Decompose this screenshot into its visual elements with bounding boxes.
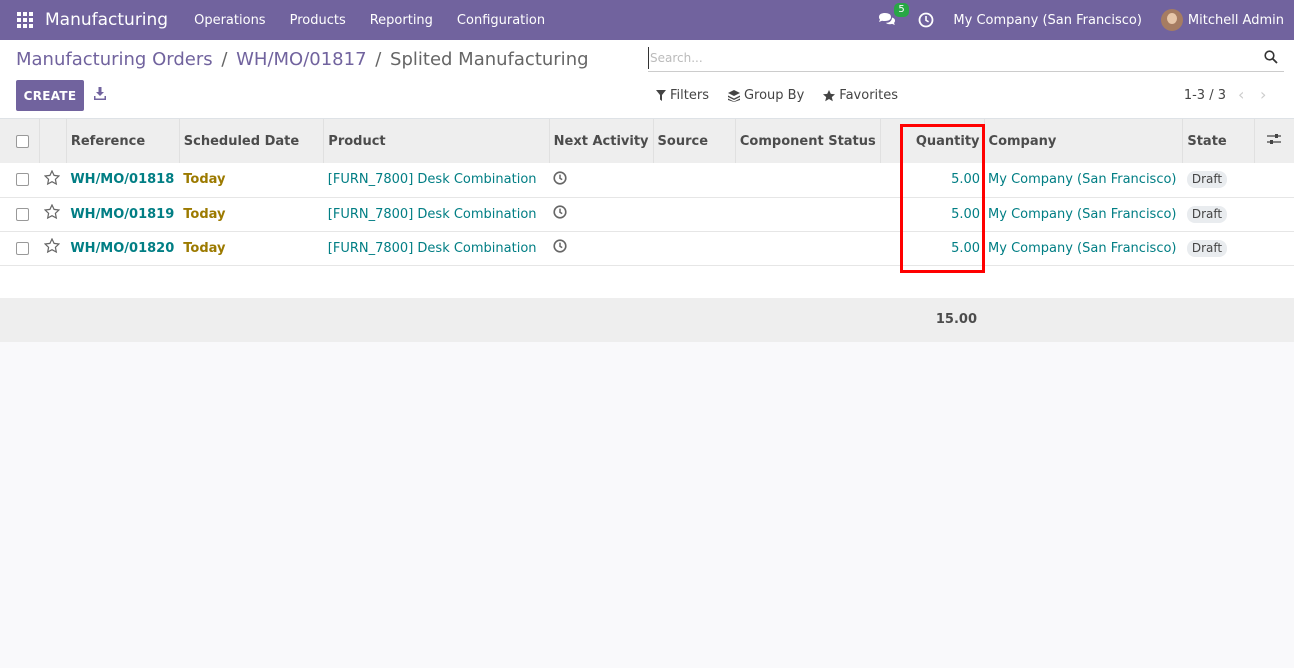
layers-icon <box>727 89 740 102</box>
user-avatar[interactable] <box>1160 9 1183 31</box>
cell-component-status <box>735 197 881 232</box>
cell-source <box>653 163 736 198</box>
header-product[interactable]: Product <box>323 119 550 163</box>
favorite-star-icon[interactable] <box>39 197 67 232</box>
search-input[interactable] <box>648 47 1248 69</box>
menu-reporting[interactable]: Reporting <box>370 13 433 28</box>
activity-clock-icon[interactable] <box>549 163 654 198</box>
row-checkbox[interactable] <box>0 197 40 232</box>
optional-columns-toggle[interactable] <box>1254 119 1294 163</box>
cell-component-status <box>735 163 881 198</box>
cell-reference[interactable]: WH/MO/01819 <box>66 197 180 232</box>
apps-menu-icon[interactable] <box>17 12 33 28</box>
create-button[interactable]: CREATE <box>16 80 84 111</box>
state-badge: Draft <box>1186 239 1228 257</box>
total-quantity: 15.00 <box>935 312 977 327</box>
cell-source <box>653 197 736 232</box>
cell-state: Draft <box>1182 163 1255 198</box>
favorites-dropdown[interactable]: Favorites <box>823 88 898 103</box>
header-state[interactable]: State <box>1182 119 1255 163</box>
cell-product[interactable]: [FURN_7800] Desk Combination <box>323 197 550 232</box>
cell-product[interactable]: [FURN_7800] Desk Combination <box>323 163 550 198</box>
cell-company[interactable]: My Company (San Francisco) <box>984 163 1183 198</box>
cell-company[interactable]: My Company (San Francisco) <box>984 231 1183 266</box>
table-row[interactable]: WH/MO/01819 Today [FURN_7800] Desk Combi… <box>0 197 1294 232</box>
cell-reference[interactable]: WH/MO/01820 <box>66 231 180 266</box>
table-row[interactable]: WH/MO/01820 Today [FURN_7800] Desk Combi… <box>0 231 1294 266</box>
cell-scheduled-date: Today <box>179 197 324 232</box>
breadcrumb-current: Splited Manufacturing <box>390 49 589 70</box>
table-empty-space <box>0 266 1294 298</box>
cell-quantity: 5.00 <box>880 163 985 198</box>
groupby-label: Group By <box>743 88 805 103</box>
header-company[interactable]: Company <box>984 119 1184 163</box>
search-box <box>648 47 1284 72</box>
breadcrumb-parent-order[interactable]: WH/MO/01817 <box>236 49 366 70</box>
filters-dropdown[interactable]: Filters <box>656 88 709 103</box>
company-switcher[interactable]: My Company (San Francisco) <box>953 13 1141 28</box>
pager-previous-icon[interactable]: ‹ <box>1238 87 1250 103</box>
cell-product[interactable]: [FURN_7800] Desk Combination <box>323 231 550 266</box>
menu-configuration[interactable]: Configuration <box>457 13 545 28</box>
favorite-star-icon[interactable] <box>39 231 67 266</box>
activity-clock-icon[interactable] <box>549 197 654 232</box>
row-checkbox[interactable] <box>0 231 40 266</box>
favorites-label: Favorites <box>839 88 899 103</box>
cell-company[interactable]: My Company (San Francisco) <box>984 197 1183 232</box>
header-scheduled-date[interactable]: Scheduled Date <box>179 119 325 163</box>
table-footer-totals: 15.00 <box>0 298 1294 342</box>
header-next-activity[interactable]: Next Activity <box>549 119 654 163</box>
user-menu[interactable]: Mitchell Admin <box>1188 13 1284 28</box>
breadcrumb: Manufacturing Orders / WH/MO/01817 / Spl… <box>16 49 589 70</box>
app-name[interactable]: Manufacturing <box>45 10 168 30</box>
pager-value[interactable]: 1-3 / 3 <box>1184 88 1226 103</box>
header-component-status[interactable]: Component Status <box>735 119 881 163</box>
filter-icon <box>656 90 666 101</box>
cell-scheduled-date: Today <box>179 163 324 198</box>
search-icon[interactable] <box>1264 50 1278 64</box>
menu-operations[interactable]: Operations <box>194 13 265 28</box>
cell-reference[interactable]: WH/MO/01818 <box>66 163 180 198</box>
cell-state: Draft <box>1182 197 1255 232</box>
breadcrumb-manufacturing-orders[interactable]: Manufacturing Orders <box>16 49 213 70</box>
star-icon <box>823 89 836 101</box>
table-row[interactable]: WH/MO/01818 Today [FURN_7800] Desk Combi… <box>0 163 1294 198</box>
header-reference[interactable]: Reference <box>66 119 180 163</box>
row-checkbox[interactable] <box>0 163 40 198</box>
cell-source <box>653 231 736 266</box>
filters-label: Filters <box>670 88 709 103</box>
cell-quantity: 5.00 <box>880 197 985 232</box>
control-panel: Manufacturing Orders / WH/MO/01817 / Spl… <box>0 40 1294 119</box>
download-icon[interactable] <box>94 87 106 101</box>
header-source[interactable]: Source <box>653 119 736 163</box>
sliders-icon <box>1267 134 1282 144</box>
favorite-star-icon[interactable] <box>39 163 67 198</box>
cell-quantity: 5.00 <box>880 231 985 266</box>
cell-scheduled-date: Today <box>179 231 324 266</box>
message-count-badge: 5 <box>894 3 909 17</box>
state-badge: Draft <box>1186 205 1228 223</box>
table-header-row: Reference Scheduled Date Product Next Ac… <box>0 119 1294 163</box>
cell-component-status <box>735 231 881 266</box>
top-navbar: Manufacturing Operations Products Report… <box>0 0 1294 40</box>
search-options: Filters Group By Favorites <box>656 88 917 103</box>
cell-state: Draft <box>1182 231 1255 266</box>
pager-next-icon[interactable]: › <box>1260 87 1272 103</box>
groupby-dropdown[interactable]: Group By <box>727 88 805 103</box>
activity-clock-icon[interactable] <box>918 12 934 28</box>
activity-clock-icon[interactable] <box>549 231 654 266</box>
menu-products[interactable]: Products <box>290 13 346 28</box>
header-star <box>39 119 67 163</box>
messaging-icon[interactable]: 5 <box>878 3 909 28</box>
header-quantity[interactable]: Quantity <box>880 119 985 163</box>
select-all-checkbox[interactable] <box>0 119 41 163</box>
state-badge: Draft <box>1186 171 1228 189</box>
manufacturing-orders-table: Reference Scheduled Date Product Next Ac… <box>0 119 1294 266</box>
